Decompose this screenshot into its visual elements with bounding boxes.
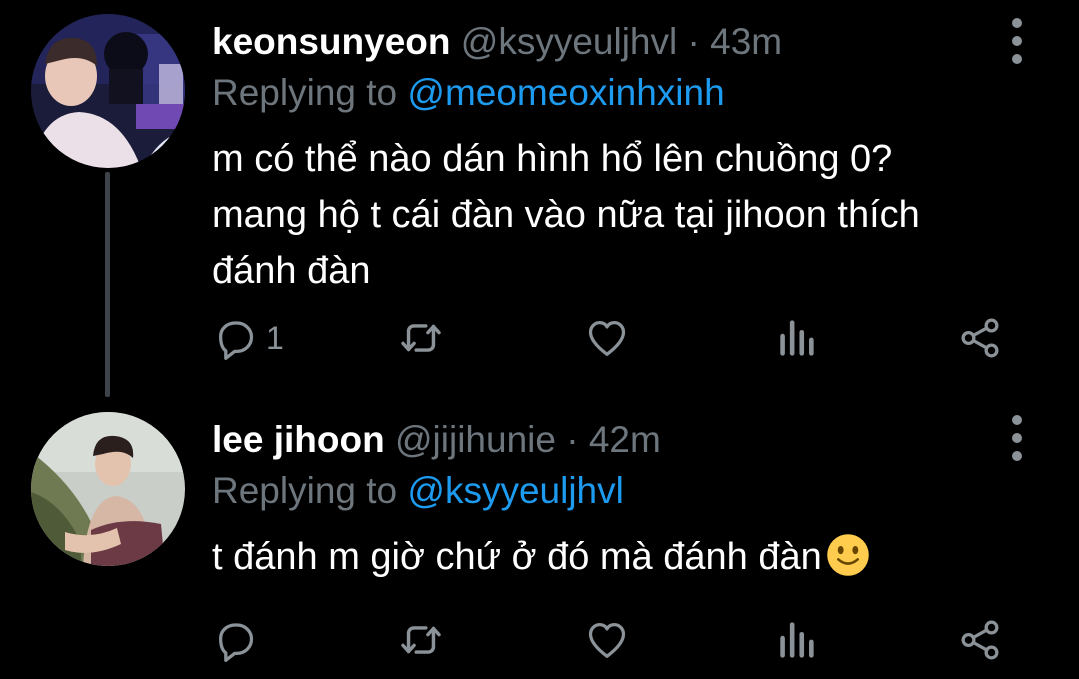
timestamp[interactable]: 42m	[589, 419, 661, 460]
like-button[interactable]	[584, 313, 630, 363]
analytics-icon	[773, 315, 819, 361]
like-icon	[584, 617, 630, 663]
analytics-button[interactable]	[773, 615, 819, 665]
display-name[interactable]: lee jihoon	[212, 419, 385, 460]
replying-to-mention[interactable]: @ksyyeuljhvl	[407, 470, 623, 511]
analytics-button[interactable]	[773, 313, 819, 363]
like-button[interactable]	[584, 615, 630, 665]
retweet-button[interactable]	[398, 615, 444, 665]
display-name[interactable]: keonsunyeon	[212, 21, 451, 62]
tweet-text: t đánh m giờ chứ ở đó mà đánh đàn	[212, 529, 1032, 585]
more-icon	[1012, 18, 1022, 28]
reply-count: 1	[266, 319, 284, 356]
replying-to-mention[interactable]: @meomeoxinhxinh	[407, 72, 724, 113]
tweet-text-content: t đánh m giờ chứ ở đó mà đánh đàn	[212, 536, 822, 578]
thread-connector	[105, 172, 110, 397]
handle[interactable]: @ksyyeuljhvl	[461, 21, 677, 62]
action-bar: 1	[0, 313, 1079, 363]
analytics-icon	[773, 617, 819, 663]
handle[interactable]: @jijihunie	[395, 419, 556, 460]
more-options-button[interactable]	[1000, 18, 1034, 64]
retweet-icon	[398, 617, 444, 663]
tweet-header: lee jihoon @jijihunie · 42m	[212, 418, 661, 462]
separator-dot: ·	[566, 419, 579, 460]
more-icon	[1012, 451, 1022, 461]
avatar[interactable]	[31, 412, 185, 566]
timestamp[interactable]: 43m	[710, 21, 782, 62]
slightly-smiling-face-icon	[826, 534, 869, 576]
tweet-text-line: t đánh m giờ chứ ở đó mà đánh đàn	[212, 529, 1032, 585]
tweet[interactable]: lee jihoon @jijihunie · 42m Replying to …	[0, 400, 1079, 679]
avatar[interactable]	[31, 14, 185, 168]
share-icon	[957, 315, 1003, 361]
avatar-photo	[31, 412, 185, 566]
more-icon	[1012, 36, 1022, 46]
replying-to-label: Replying to	[212, 470, 398, 511]
tweet[interactable]: keonsunyeon @ksyyeuljhvl · 43m Replying …	[0, 0, 1079, 400]
reply-button[interactable]: 1	[212, 313, 284, 363]
share-button[interactable]	[957, 615, 1003, 665]
retweet-button[interactable]	[398, 313, 444, 363]
more-icon	[1012, 415, 1022, 425]
avatar-photo	[31, 14, 185, 168]
tweet-text: m có thể nào dán hình hổ lên chuồng 0? m…	[212, 131, 1032, 299]
tweet-text-line: đánh đàn	[212, 250, 371, 292]
tweet-text-line: m có thể nào dán hình hổ lên chuồng 0?	[212, 138, 893, 180]
like-icon	[584, 315, 630, 361]
share-button[interactable]	[957, 313, 1003, 363]
reply-button[interactable]	[212, 615, 266, 665]
separator-dot: ·	[687, 21, 700, 62]
share-icon	[957, 617, 1003, 663]
action-bar	[0, 615, 1079, 665]
reply-icon	[212, 315, 258, 361]
tweet-text-line: mang hộ t cái đàn vào nữa tại jihoon thí…	[212, 194, 920, 236]
more-options-button[interactable]	[1000, 415, 1034, 461]
tweet-header: keonsunyeon @ksyyeuljhvl · 43m	[212, 20, 782, 64]
more-icon	[1012, 54, 1022, 64]
replying-to-label: Replying to	[212, 72, 398, 113]
replying-to: Replying to @ksyyeuljhvl	[212, 469, 624, 513]
reply-icon	[212, 617, 258, 663]
retweet-icon	[398, 315, 444, 361]
replying-to: Replying to @meomeoxinhxinh	[212, 71, 725, 115]
more-icon	[1012, 433, 1022, 443]
